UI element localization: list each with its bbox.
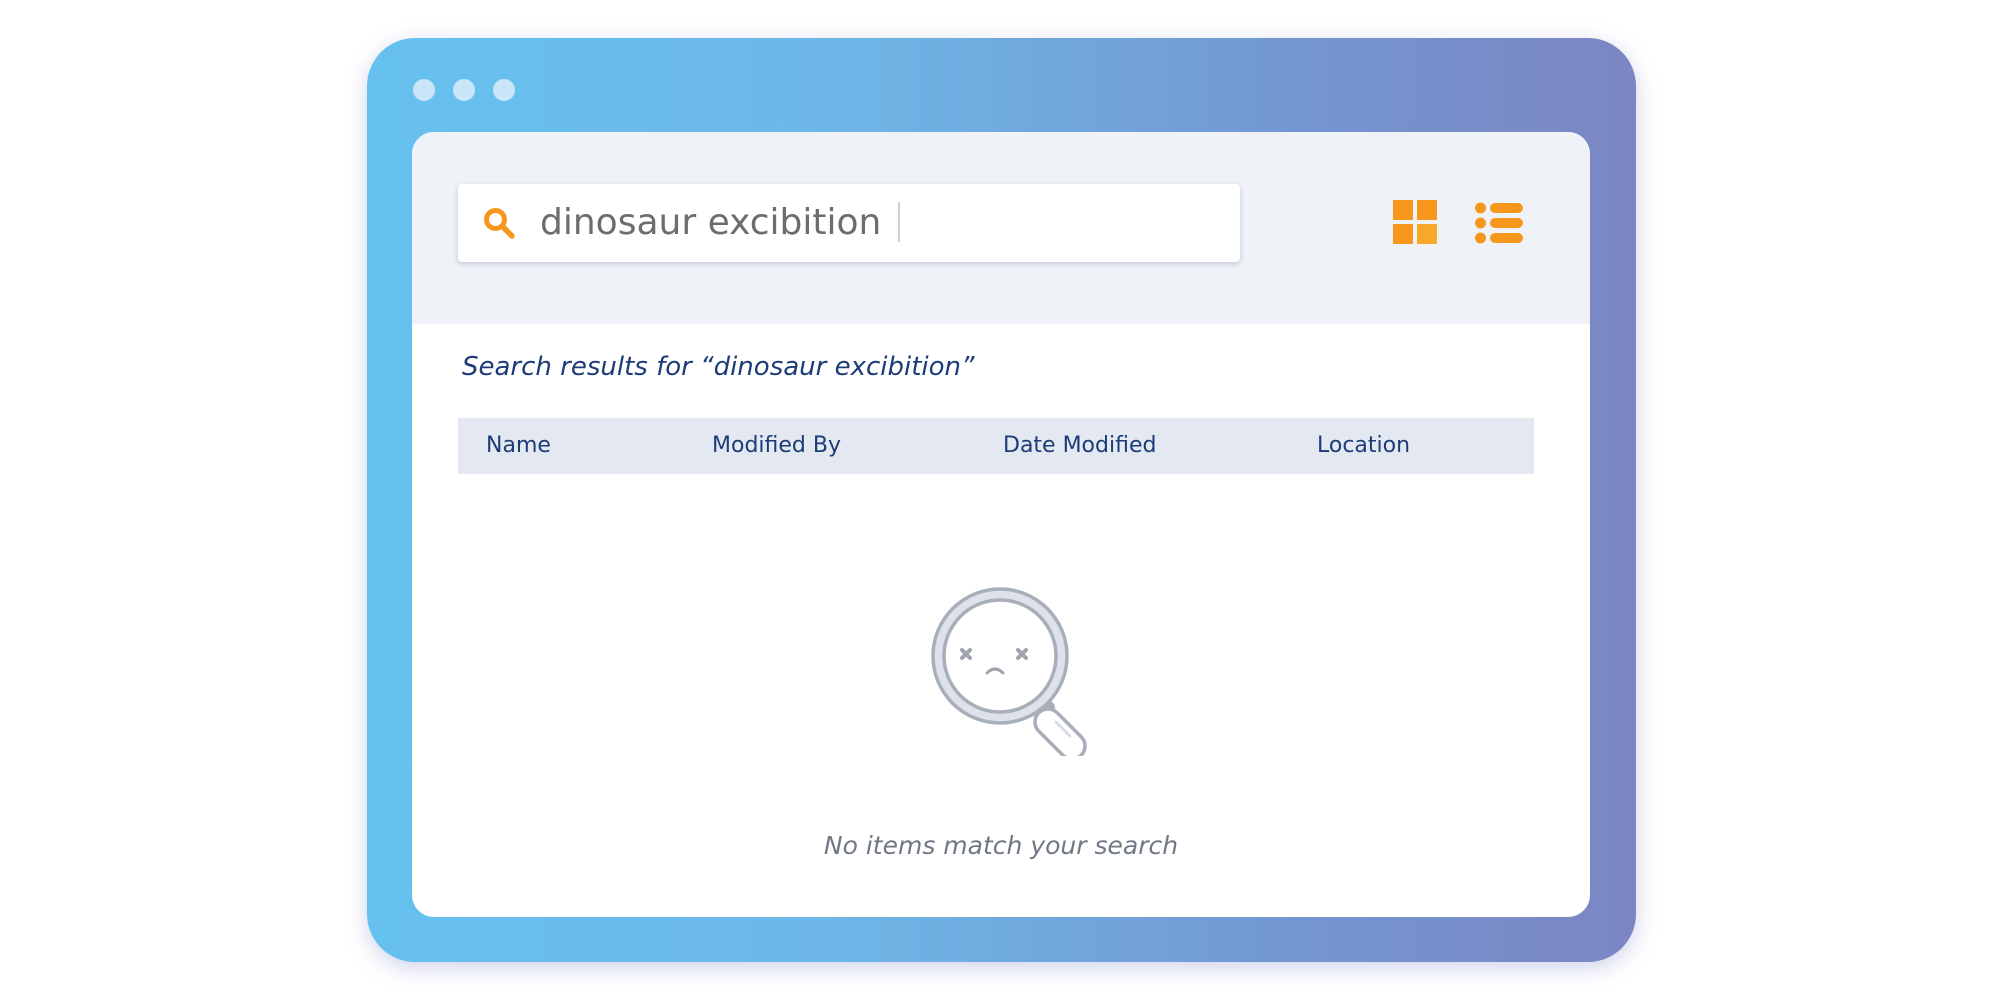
search-input[interactable]: dinosaur excibition: [458, 184, 1240, 262]
content-panel: dinosaur excibition Search results for “…: [412, 132, 1590, 917]
search-icon: [482, 206, 516, 240]
list-view-icon[interactable]: [1475, 202, 1523, 244]
column-header-name[interactable]: Name: [486, 418, 551, 474]
window-dot-2[interactable]: [453, 79, 475, 101]
column-header-location[interactable]: Location: [1317, 418, 1410, 474]
results-table-header: Name Modified By Date Modified Location: [458, 418, 1534, 474]
window-dot-3[interactable]: [493, 79, 515, 101]
column-header-modified-by[interactable]: Modified By: [712, 418, 841, 474]
window-controls: [413, 79, 515, 101]
empty-state-message: No items match your search: [823, 831, 1179, 860]
text-cursor: [898, 202, 900, 242]
search-query-text[interactable]: dinosaur excibition: [540, 198, 881, 248]
sad-magnifier-icon: [920, 576, 1100, 761]
column-header-date-modified[interactable]: Date Modified: [1003, 418, 1156, 474]
app-window: dinosaur excibition Search results for “…: [367, 38, 1636, 962]
window-dot-1[interactable]: [413, 79, 435, 101]
grid-view-icon[interactable]: [1393, 200, 1437, 244]
search-toolbar: dinosaur excibition: [412, 132, 1590, 324]
search-results-heading: Search results for “dinosaur excibition”: [462, 352, 975, 382]
